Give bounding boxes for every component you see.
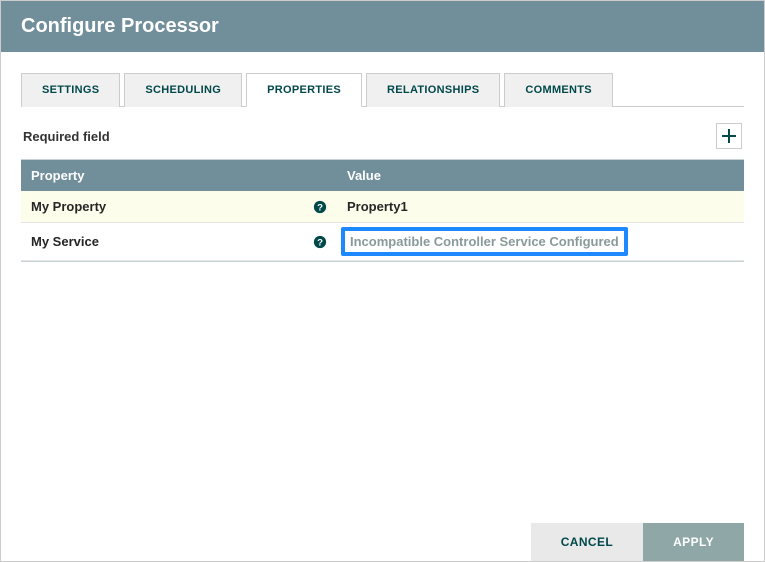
col-header-value: Value [337,160,653,191]
required-field-label: Required field [23,129,110,144]
tab-bar: SETTINGS SCHEDULING PROPERTIES RELATIONS… [21,72,744,107]
apply-button[interactable]: APPLY [643,523,744,561]
property-value-incompatible: Incompatible Controller Service Configur… [341,227,628,256]
add-property-button[interactable] [716,123,742,149]
property-value-cell[interactable]: Incompatible Controller Service Configur… [337,223,653,260]
properties-subheader: Required field [21,107,744,159]
properties-table: Property Value My Property ? Property1 [21,159,744,262]
property-name: My Service [31,234,99,249]
tab-scheduling[interactable]: SCHEDULING [124,73,242,107]
spacer [21,262,744,523]
tab-settings[interactable]: SETTINGS [21,73,120,107]
col-header-property: Property [21,160,337,191]
help-circle-icon[interactable]: ? [313,235,327,249]
table-header: Property Value [21,160,744,191]
cancel-button[interactable]: CANCEL [531,523,643,561]
svg-text:?: ? [317,237,323,248]
tab-comments[interactable]: COMMENTS [504,73,613,107]
property-value-cell[interactable]: Property1 [337,191,653,222]
dialog-footer: CANCEL APPLY [21,523,744,561]
property-actions [653,223,744,260]
table-row[interactable]: My Property ? Property1 [21,191,744,223]
plus-icon [722,129,736,143]
property-actions [653,191,744,222]
col-header-actions [653,160,744,191]
property-value: Property1 [347,199,408,214]
dialog-body: SETTINGS SCHEDULING PROPERTIES RELATIONS… [1,52,764,561]
table-row[interactable]: My Service ? Incompatible Controller Ser… [21,223,744,261]
tab-properties[interactable]: PROPERTIES [246,73,362,107]
help-circle-icon[interactable]: ? [313,200,327,214]
dialog-title: Configure Processor [1,1,764,52]
svg-text:?: ? [317,202,323,213]
property-name: My Property [31,199,106,214]
configure-processor-dialog: Configure Processor SETTINGS SCHEDULING … [0,0,765,562]
tab-relationships[interactable]: RELATIONSHIPS [366,73,500,107]
